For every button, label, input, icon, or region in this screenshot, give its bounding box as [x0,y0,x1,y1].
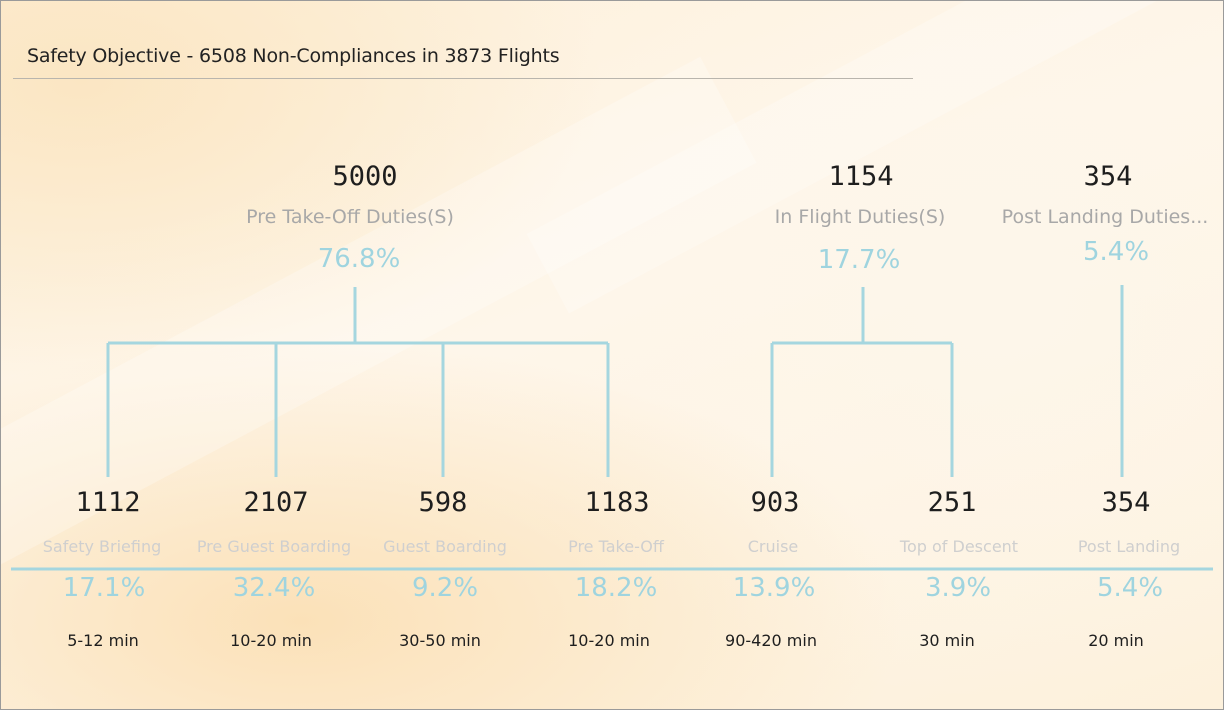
group-value: 354 [1083,161,1133,192]
phase-percent: 32.4% [232,573,316,603]
phase-value: 354 [1101,487,1151,518]
phase-value: 598 [418,487,468,518]
group-label: Pre Take-Off Duties(S) [246,206,454,228]
phase-label: Post Landing [1077,537,1181,556]
phase-value: 903 [750,487,800,518]
group-percent: 17.7% [817,245,901,275]
phase-duration: 20 min [1088,631,1144,650]
group-value: 5000 [332,161,398,192]
phase-duration: 90-420 min [725,631,817,650]
group-value: 1154 [828,161,894,192]
phase-percent: 13.9% [732,573,816,603]
dashboard-panel: Safety Objective - 6508 Non-Compliances … [0,0,1224,710]
phase-value: 251 [927,487,977,518]
group-label: In Flight Duties(S) [774,206,946,228]
phase-percent: 9.2% [411,573,479,603]
phase-percent: 5.4% [1096,573,1164,603]
group-percent: 5.4% [1082,237,1150,267]
group-percent: 76.8% [317,244,401,274]
breakdown-connectors [11,285,1213,571]
group-label: Post Landing Duties... [1001,206,1209,228]
phase-percent: 3.9% [924,573,992,603]
